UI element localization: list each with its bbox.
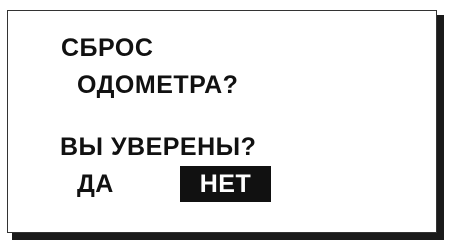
confirm-question: ВЫ УВЕРЕНЫ? (60, 133, 257, 161)
title-line-2: ОДОМЕТРА? (77, 71, 239, 99)
dialog-panel: СБРОС ОДОМЕТРА? ВЫ УВЕРЕНЫ? ДА НЕТ (7, 10, 437, 233)
title-line-1: СБРОС (61, 34, 154, 62)
reset-odometer-screen: СБРОС ОДОМЕТРА? ВЫ УВЕРЕНЫ? ДА НЕТ (0, 0, 450, 246)
no-option-selected[interactable]: НЕТ (180, 166, 271, 202)
yes-option[interactable]: ДА (77, 170, 114, 198)
